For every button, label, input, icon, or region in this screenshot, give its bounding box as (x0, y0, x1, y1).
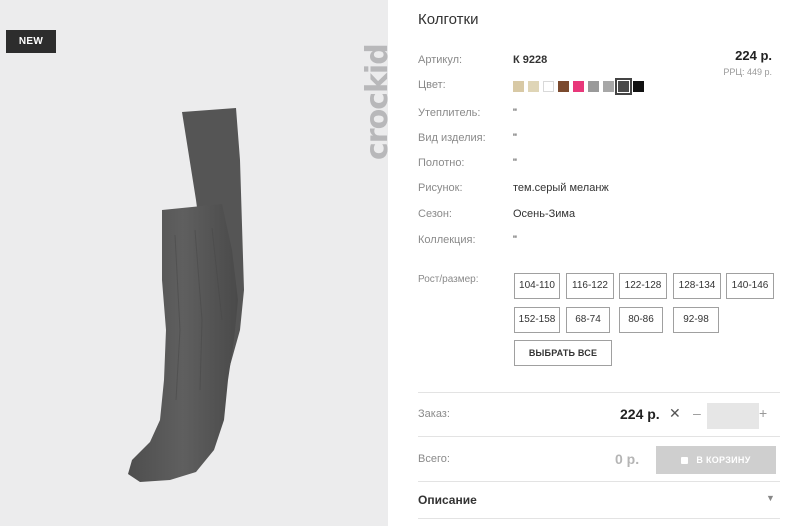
divider (418, 481, 780, 482)
color-swatches (513, 78, 644, 95)
size-button[interactable]: 116-122 (566, 273, 614, 299)
field-value: К 9228 (513, 54, 548, 66)
field-article: Артикул: К 9228 (418, 54, 780, 74)
size-button[interactable]: 68-74 (566, 307, 610, 333)
product-photo: NEW crockid (0, 0, 388, 526)
add-to-cart-label: В КОРЗИНУ (696, 455, 751, 465)
field-label: Вид изделия: (418, 132, 486, 144)
divider (418, 392, 780, 393)
field-value: " (513, 107, 517, 119)
tights-image (128, 108, 244, 482)
increase-button[interactable]: + (759, 405, 767, 421)
divider (418, 436, 780, 437)
field-value: " (513, 132, 517, 144)
size-button[interactable]: 152-158 (514, 307, 560, 333)
field-label: Рисунок: (418, 182, 463, 194)
field-pattern: Рисунок: тем.серый меланж (418, 182, 780, 202)
divider (418, 518, 780, 519)
color-swatch[interactable] (528, 81, 539, 92)
order-price: 224 р. (620, 406, 660, 422)
cart-icon (681, 457, 689, 464)
size-button[interactable]: 122-128 (619, 273, 667, 299)
select-all-button[interactable]: ВЫБРАТЬ ВСЕ (514, 340, 612, 366)
field-label: Цвет: (418, 79, 446, 91)
field-label: Коллекция: (418, 234, 476, 246)
quantity-input[interactable] (707, 403, 759, 429)
size-button[interactable]: 104-110 (514, 273, 560, 299)
field-label: Рост/размер: (418, 274, 479, 285)
color-swatch[interactable] (615, 78, 632, 95)
color-swatch[interactable] (543, 81, 554, 92)
field-value: " (513, 234, 517, 246)
chevron-down-icon[interactable]: ▼ (766, 493, 775, 503)
field-label: Утеплитель: (418, 107, 481, 119)
size-button[interactable]: 80-86 (619, 307, 663, 333)
field-insulation: Утеплитель: " (418, 107, 780, 127)
multiply-icon: ✕ (669, 405, 681, 421)
field-item-type: Вид изделия: " (418, 132, 780, 152)
color-swatch[interactable] (588, 81, 599, 92)
color-swatch[interactable] (513, 81, 524, 92)
color-swatch[interactable] (603, 81, 614, 92)
field-label: Артикул: (418, 54, 463, 66)
description-toggle[interactable]: Описание (418, 493, 477, 507)
add-to-cart-button[interactable]: В КОРЗИНУ (656, 446, 776, 474)
decrease-button[interactable]: – (693, 405, 701, 421)
color-swatch[interactable] (558, 81, 569, 92)
field-season: Сезон: Осень-Зима (418, 208, 780, 228)
size-button[interactable]: 92-98 (673, 307, 719, 333)
color-swatch[interactable] (633, 81, 644, 92)
field-value: тем.серый меланж (513, 182, 609, 194)
total-label: Всего: (418, 453, 450, 465)
field-value: " (513, 157, 517, 169)
color-swatch[interactable] (573, 81, 584, 92)
field-value: Осень-Зима (513, 208, 576, 220)
size-button[interactable]: 128-134 (673, 273, 721, 299)
field-fabric: Полотно: " (418, 157, 780, 177)
size-button[interactable]: 140-146 (726, 273, 774, 299)
order-label: Заказ: (418, 408, 450, 420)
field-label: Полотно: (418, 157, 465, 169)
field-label: Сезон: (418, 208, 452, 220)
product-title: Колготки (418, 11, 479, 28)
field-collection: Коллекция: " (418, 234, 780, 254)
total-value: 0 р. (615, 451, 640, 467)
